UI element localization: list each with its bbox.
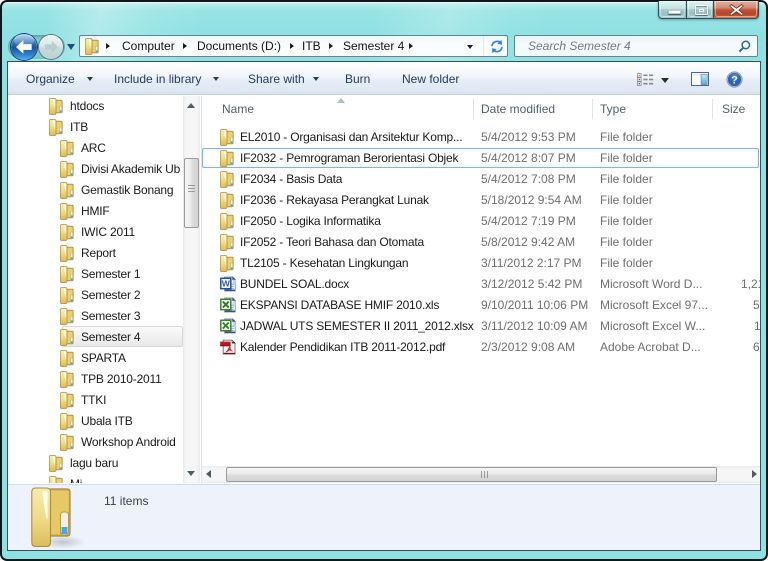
svg-text:?: ? <box>731 75 738 87</box>
